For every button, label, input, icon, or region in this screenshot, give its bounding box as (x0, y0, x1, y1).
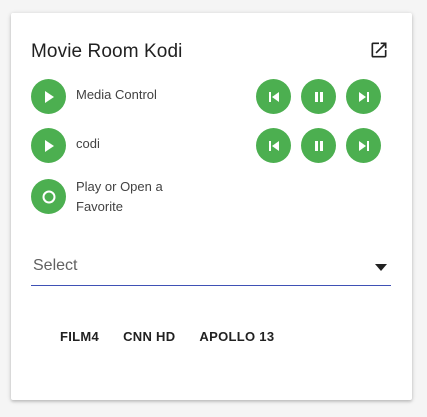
pause-icon (312, 139, 326, 153)
favorite-apollo-13-button[interactable]: APOLLO 13 (187, 327, 286, 346)
row-label: Play or Open a Favorite (76, 179, 163, 214)
pause-button[interactable] (301, 79, 336, 114)
favorite-film4-button[interactable]: FILM4 (48, 327, 111, 346)
play-icon (42, 139, 56, 153)
dropdown-arrow-icon (375, 264, 387, 271)
previous-button[interactable] (256, 79, 291, 114)
select-placeholder: Select (33, 257, 78, 274)
favorite-cnn-hd-button[interactable]: CNN HD (111, 327, 187, 346)
favorite-button[interactable] (31, 179, 66, 214)
next-button[interactable] (346, 128, 381, 163)
row-label: codi (76, 136, 100, 151)
pause-button[interactable] (301, 128, 336, 163)
pause-icon (312, 90, 326, 104)
previous-button[interactable] (256, 128, 291, 163)
codi-row: codi (31, 128, 391, 164)
kodi-card: Movie Room Kodi Media Control codi Play … (11, 13, 412, 400)
media-control-row: Media Control (31, 79, 391, 115)
skip-next-icon (357, 139, 371, 153)
row-label: Media Control (76, 87, 157, 102)
play-button[interactable] (31, 79, 66, 114)
favorite-buttons: FILM4 CNN HD APOLLO 13 (48, 327, 286, 346)
skip-next-icon (357, 90, 371, 104)
favorite-select[interactable]: Select (31, 255, 391, 286)
circle-icon (41, 189, 57, 205)
favorite-row: Play or Open a Favorite (31, 179, 391, 219)
next-button[interactable] (346, 79, 381, 114)
skip-previous-icon (267, 139, 281, 153)
open-in-new-icon[interactable] (369, 40, 389, 60)
play-icon (42, 90, 56, 104)
card-title: Movie Room Kodi (31, 41, 183, 62)
play-button[interactable] (31, 128, 66, 163)
skip-previous-icon (267, 90, 281, 104)
